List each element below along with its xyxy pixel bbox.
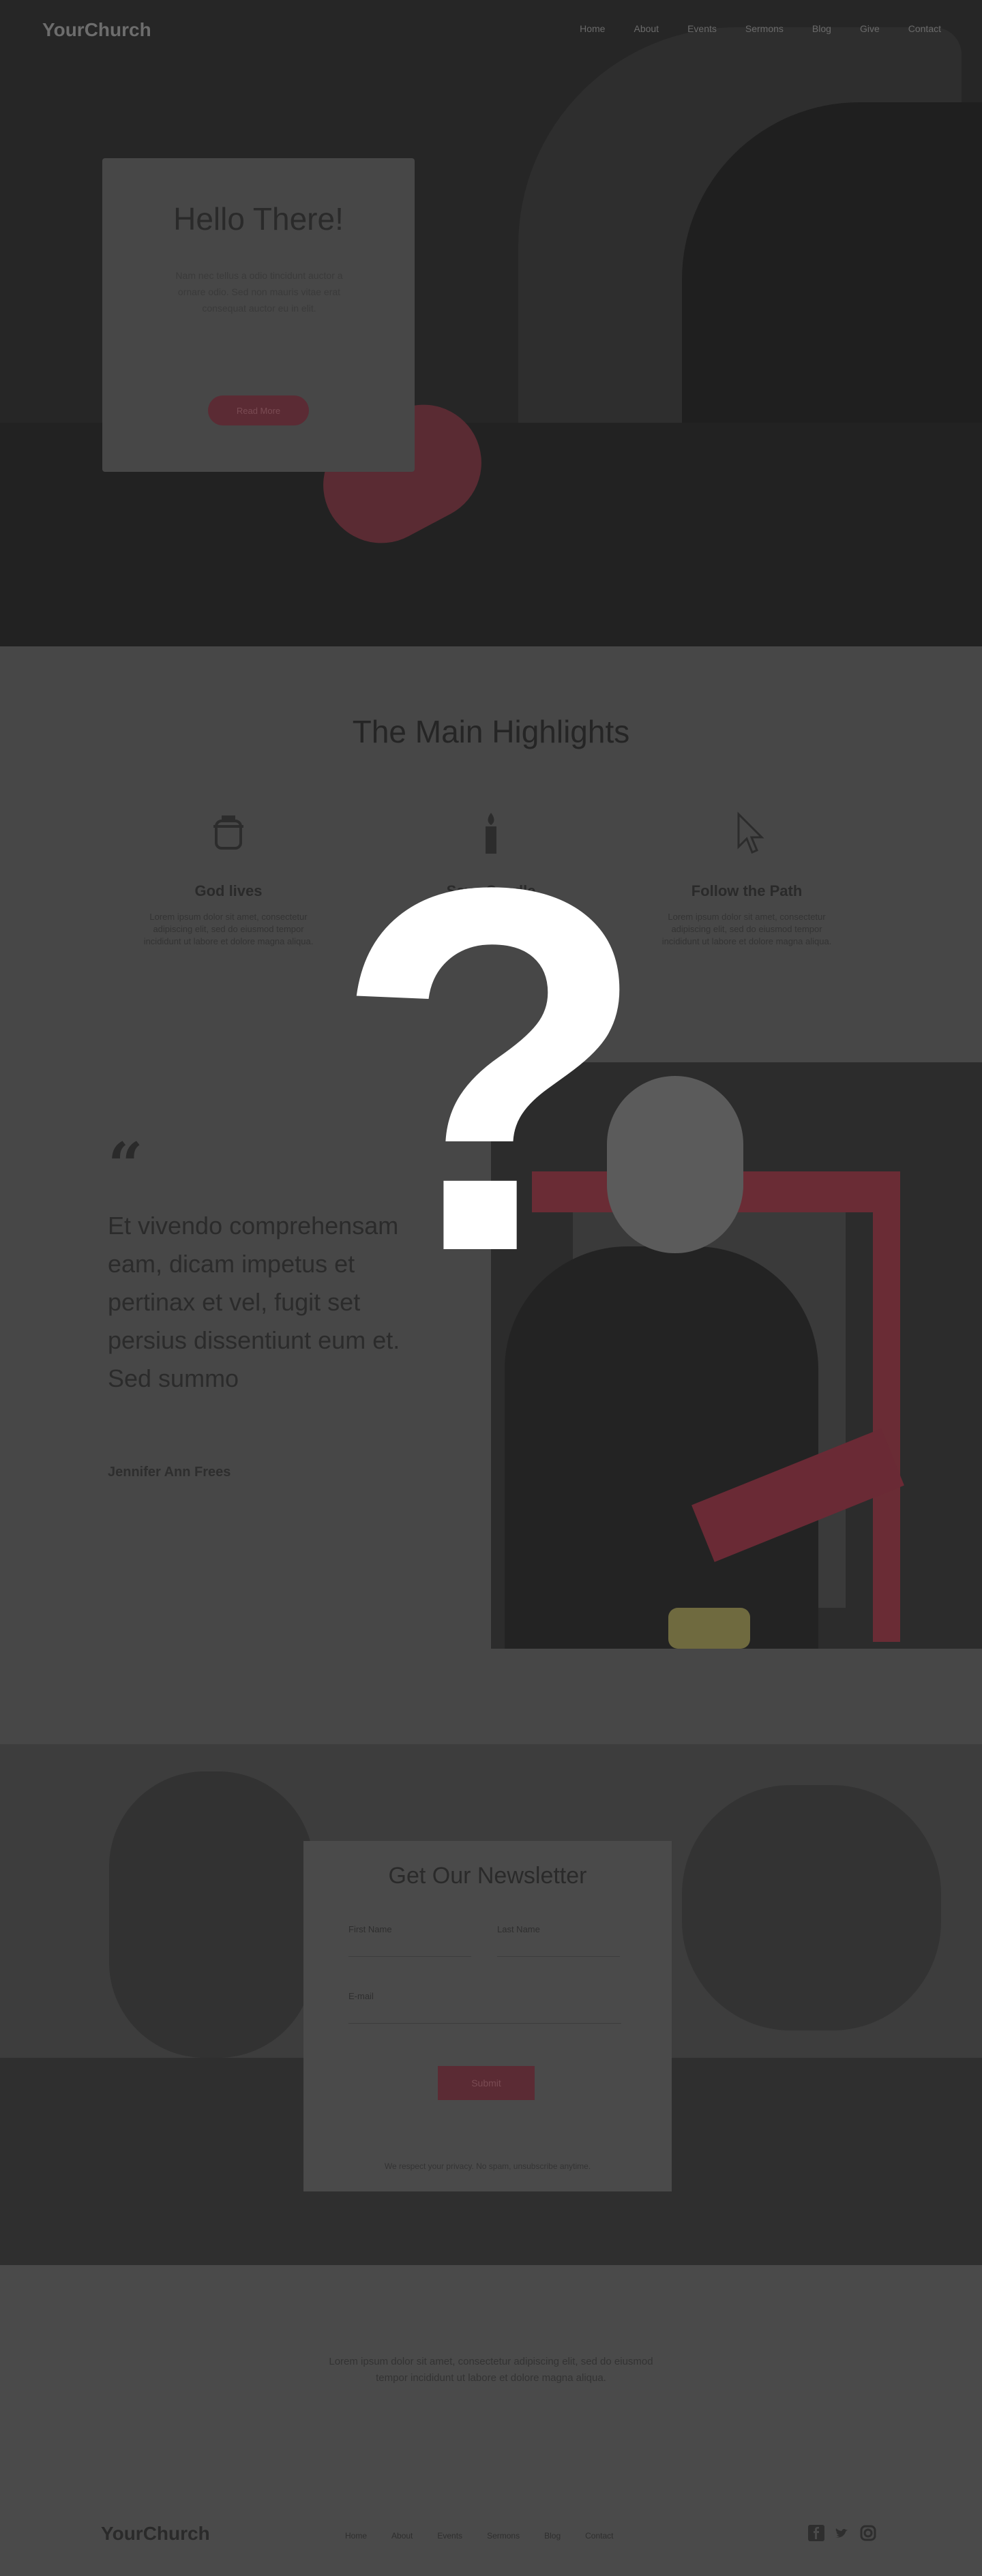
nav-link[interactable]: Sermons: [745, 23, 784, 34]
footer-link[interactable]: Home: [345, 2531, 367, 2541]
section-title: The Main Highlights: [352, 714, 630, 749]
hero-title: Hello There!: [173, 201, 344, 237]
highlight-title: Follow the Path: [691, 882, 803, 899]
newsletter-section: Get Our Newsletter First Name Last Name …: [0, 1744, 982, 2265]
footer-logo[interactable]: YourChurch: [101, 2523, 210, 2545]
highlight-text: Lorem ipsum dolor sit amet, consectetur …: [661, 912, 832, 946]
nav-link[interactable]: Give: [860, 23, 880, 34]
hero-text: Nam nec tellus a odio tincidunt auctor a…: [175, 270, 343, 314]
newsletter-footnote: We respect your privacy. No spam, unsubs…: [384, 2161, 591, 2171]
email-field[interactable]: [348, 2001, 621, 2024]
footer-link[interactable]: Sermons: [487, 2531, 520, 2541]
nav-link[interactable]: Blog: [812, 23, 831, 34]
map-background: [109, 1771, 314, 2058]
hero-section: YourChurch Home About Events Sermons Blo…: [0, 0, 982, 646]
quote-icon: “: [108, 1129, 143, 1201]
facebook-icon[interactable]: [807, 2524, 825, 2545]
last-name-label: Last Name: [497, 1924, 540, 1934]
last-name-field[interactable]: [497, 1934, 620, 1957]
map-background: [682, 1785, 941, 2031]
nav-link[interactable]: About: [634, 23, 659, 34]
highlight-title: God lives: [194, 882, 263, 899]
photo-detail: [668, 1608, 750, 1649]
footer-links: Home About Events Sermons Blog Contact: [345, 2531, 613, 2541]
footer-link[interactable]: Events: [437, 2531, 462, 2541]
last-name-group: Last Name: [497, 1924, 620, 1957]
highlight-item: God lives Lorem ipsum dolor sit amet, co…: [136, 810, 321, 948]
hero-card: Hello There! Nam nec tellus a odio tinci…: [102, 158, 415, 472]
photo-detail: [873, 1171, 900, 1642]
footer-link[interactable]: Contact: [585, 2531, 613, 2541]
footer-text: Lorem ipsum dolor sit amet, consectetur …: [329, 2356, 653, 2384]
testimonial-author: Jennifer Ann Frees: [108, 1465, 231, 1480]
pot-icon: [208, 810, 249, 858]
cursor-icon: [726, 810, 767, 858]
footer-link[interactable]: Blog: [544, 2531, 561, 2541]
submit-button[interactable]: Submit: [438, 2066, 535, 2100]
nav-link[interactable]: Home: [580, 23, 605, 34]
instagram-icon[interactable]: [859, 2524, 877, 2545]
email-label: E-mail: [348, 1991, 374, 2001]
nav-links: Home About Events Sermons Blog Give Cont…: [580, 23, 941, 34]
nav-link[interactable]: Contact: [908, 23, 941, 34]
newsletter-card: Get Our Newsletter First Name Last Name …: [303, 1841, 672, 2191]
social-icons: [807, 2524, 877, 2545]
footer-link[interactable]: About: [391, 2531, 413, 2541]
question-mark-overlay: ?: [332, 781, 650, 1360]
newsletter-title: Get Our Newsletter: [388, 1863, 587, 1889]
highlight-text: Lorem ipsum dolor sit amet, consectetur …: [143, 912, 314, 946]
twitter-icon[interactable]: [833, 2524, 851, 2545]
first-name-field[interactable]: [348, 1934, 471, 1957]
highlight-item: Follow the Path Lorem ipsum dolor sit am…: [655, 810, 839, 948]
first-name-group: First Name: [348, 1924, 471, 1957]
nav-logo[interactable]: YourChurch: [42, 19, 151, 41]
read-more-button[interactable]: Read More: [208, 395, 309, 425]
email-group: E-mail: [348, 1991, 621, 2024]
nav-link[interactable]: Events: [687, 23, 717, 34]
footer: Lorem ipsum dolor sit amet, consectetur …: [0, 2265, 982, 2576]
first-name-label: First Name: [348, 1924, 392, 1934]
